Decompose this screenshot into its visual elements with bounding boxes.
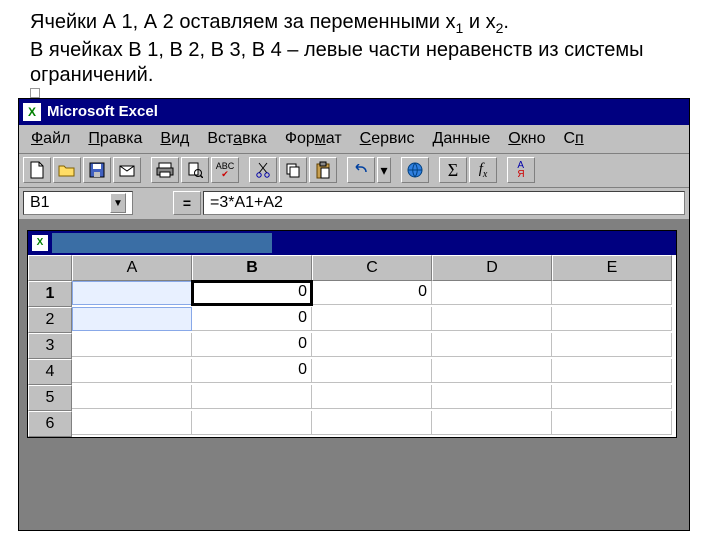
menu-о[interactable]: Окно — [500, 128, 553, 150]
cell-C4[interactable] — [312, 359, 432, 383]
hyperlink-icon[interactable] — [401, 157, 429, 183]
cell-D6[interactable] — [432, 411, 552, 435]
menu-ф[interactable]: Файл — [23, 128, 78, 150]
cell-A1[interactable] — [72, 281, 192, 305]
copy-icon[interactable] — [279, 157, 307, 183]
cell-E1[interactable] — [552, 281, 672, 305]
excel-window: X Microsoft Excel ФайлПравкаВидВставкаФо… — [18, 98, 690, 531]
toolbar: ABC✔ ▾ Σ fx АЯ — [19, 154, 689, 188]
menu-в[interactable]: Вид — [152, 128, 197, 150]
cell-A6[interactable] — [72, 411, 192, 435]
paste-icon[interactable] — [309, 157, 337, 183]
cell-C6[interactable] — [312, 411, 432, 435]
col-header-D[interactable]: D — [432, 255, 552, 281]
function-icon[interactable]: fx — [469, 157, 497, 183]
slide-marker — [30, 88, 40, 98]
row-header-6[interactable]: 6 — [28, 411, 72, 437]
col-header-B[interactable]: B — [192, 255, 312, 281]
menu-с[interactable]: Сервис — [352, 128, 423, 150]
cut-icon[interactable] — [249, 157, 277, 183]
menu-д[interactable]: Данные — [424, 128, 498, 150]
formula-equals-button[interactable]: = — [173, 191, 201, 215]
cell-B1[interactable]: 0 — [192, 281, 312, 305]
workbook-titlebar: X — [28, 231, 676, 255]
app-title: Microsoft Excel — [47, 103, 158, 120]
formula-value: =3*A1+A2 — [210, 194, 283, 212]
cell-E5[interactable] — [552, 385, 672, 409]
cell-B6[interactable] — [192, 411, 312, 435]
spellcheck-icon[interactable]: ABC✔ — [211, 157, 239, 183]
autosum-icon[interactable]: Σ — [439, 157, 467, 183]
cell-D2[interactable] — [432, 307, 552, 331]
row-header-4[interactable]: 4 — [28, 359, 72, 385]
row-header-5[interactable]: 5 — [28, 385, 72, 411]
cell-C2[interactable] — [312, 307, 432, 331]
cell-E2[interactable] — [552, 307, 672, 331]
formula-input[interactable]: =3*A1+A2 — [203, 191, 685, 215]
col-header-C[interactable]: C — [312, 255, 432, 281]
cell-B4[interactable]: 0 — [192, 359, 312, 383]
cell-C1[interactable]: 0 — [312, 281, 432, 305]
open-file-icon[interactable] — [53, 157, 81, 183]
name-box-value: B1 — [30, 194, 50, 212]
cell-D4[interactable] — [432, 359, 552, 383]
slide-instruction-text: Ячейки А 1, А 2 оставляем за переменными… — [0, 0, 720, 96]
cell-B3[interactable]: 0 — [192, 333, 312, 357]
cell-A5[interactable] — [72, 385, 192, 409]
select-all-corner[interactable] — [28, 255, 72, 281]
excel-app-icon[interactable]: X — [23, 103, 41, 121]
cell-A4[interactable] — [72, 359, 192, 383]
print-icon[interactable] — [151, 157, 179, 183]
menu-сп[interactable]: Сп — [555, 128, 591, 150]
menu-п[interactable]: Правка — [80, 128, 150, 150]
cell-B2[interactable]: 0 — [192, 307, 312, 331]
workspace: X ABCDE10020304056 — [19, 220, 689, 530]
sort-asc-icon[interactable]: АЯ — [507, 157, 535, 183]
menu-формат[interactable]: Формат — [277, 128, 350, 150]
cell-C3[interactable] — [312, 333, 432, 357]
titlebar: X Microsoft Excel — [19, 99, 689, 125]
workbook-window: X ABCDE10020304056 — [27, 230, 677, 438]
cell-E3[interactable] — [552, 333, 672, 357]
new-file-icon[interactable] — [23, 157, 51, 183]
cell-D5[interactable] — [432, 385, 552, 409]
cell-A2[interactable] — [72, 307, 192, 331]
workbook-name-area — [52, 233, 272, 253]
formula-bar: B1 ▼ = =3*A1+A2 — [19, 188, 689, 220]
save-icon[interactable] — [83, 157, 111, 183]
col-header-E[interactable]: E — [552, 255, 672, 281]
cell-E6[interactable] — [552, 411, 672, 435]
cell-E4[interactable] — [552, 359, 672, 383]
row-header-2[interactable]: 2 — [28, 307, 72, 333]
row-header-3[interactable]: 3 — [28, 333, 72, 359]
row-header-1[interactable]: 1 — [28, 281, 72, 307]
col-header-A[interactable]: A — [72, 255, 192, 281]
print-preview-icon[interactable] — [181, 157, 209, 183]
name-box[interactable]: B1 ▼ — [23, 191, 133, 215]
menubar: ФайлПравкаВидВставкаФорматСервисДанныеОк… — [19, 125, 689, 154]
name-box-dropdown-icon[interactable]: ▼ — [110, 193, 126, 213]
undo-icon[interactable] — [347, 157, 375, 183]
cell-B5[interactable] — [192, 385, 312, 409]
cell-D1[interactable] — [432, 281, 552, 305]
cell-C5[interactable] — [312, 385, 432, 409]
spreadsheet-grid[interactable]: ABCDE10020304056 — [28, 255, 676, 437]
undo-dropdown-icon[interactable]: ▾ — [377, 157, 391, 183]
cell-D3[interactable] — [432, 333, 552, 357]
mail-icon[interactable] — [113, 157, 141, 183]
worksheet-icon[interactable]: X — [32, 235, 48, 251]
cell-A3[interactable] — [72, 333, 192, 357]
menu-вставка[interactable]: Вставка — [199, 128, 274, 150]
